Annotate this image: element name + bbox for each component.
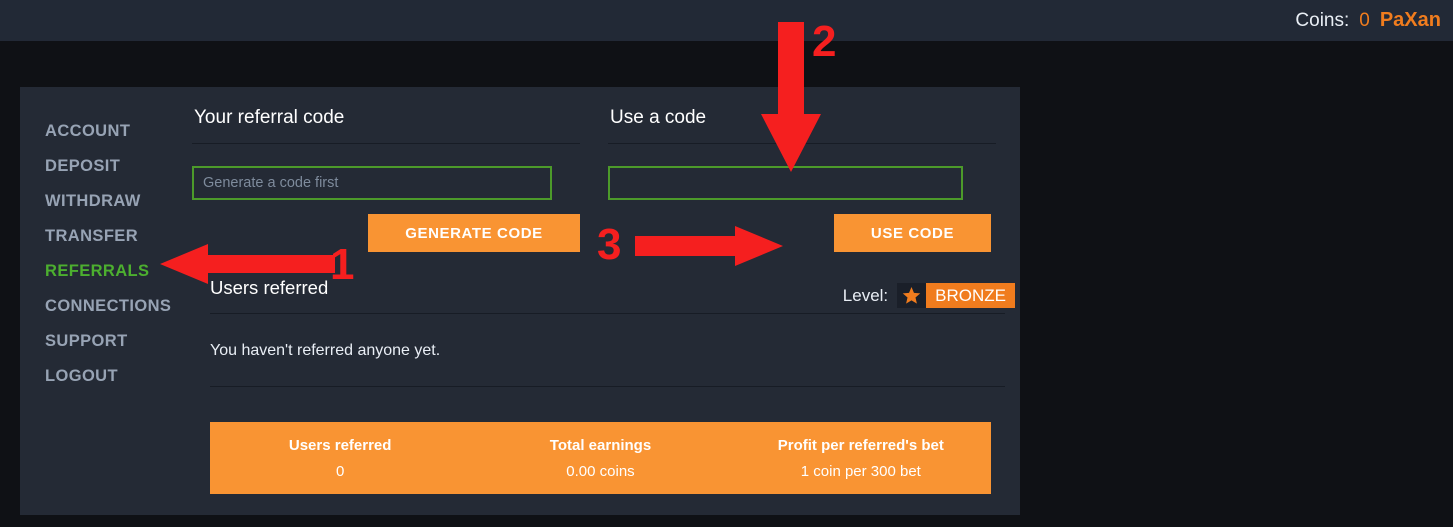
use-code-button-row: USE CODE	[608, 214, 996, 252]
referral-stats-panel: Users referred 0 Total earnings 0.00 coi…	[210, 422, 991, 494]
topbar-status-group: Coins: 0 PaXan	[1295, 9, 1453, 32]
stat-label: Total earnings	[549, 436, 652, 454]
referral-code-input[interactable]	[192, 166, 552, 200]
your-referral-code-section: Your referral code GENERATE CODE	[192, 107, 580, 252]
referrals-content: Your referral code GENERATE CODE Use a c…	[192, 87, 1020, 515]
top-bar: Coins: 0 PaXan	[0, 0, 1453, 41]
generate-code-button[interactable]: GENERATE CODE	[368, 214, 580, 252]
sidebar-nav: ACCOUNT DEPOSIT WITHDRAW TRANSFER REFERR…	[20, 87, 192, 515]
sidebar-item-support[interactable]: SUPPORT	[20, 324, 192, 359]
username-link[interactable]: PaXan	[1380, 9, 1441, 32]
users-referred-section: Users referred You haven't referred anyo…	[210, 277, 1005, 387]
stat-value: 0.00 coins	[566, 462, 635, 480]
sidebar-item-deposit[interactable]: DEPOSIT	[20, 149, 192, 184]
referral-code-field-wrap	[192, 166, 580, 200]
use-code-button[interactable]: USE CODE	[834, 214, 991, 252]
annotation-number-1: 1	[330, 240, 355, 289]
users-referred-empty-message: You haven't referred anyone yet.	[210, 342, 441, 359]
sidebar-item-withdraw[interactable]: WITHDRAW	[20, 184, 192, 219]
stat-label: Profit per referred's bet	[777, 436, 944, 454]
use-code-field-wrap	[608, 166, 996, 200]
sidebar-item-connections[interactable]: CONNECTIONS	[20, 289, 192, 324]
divider	[210, 386, 1005, 387]
stat-label: Users referred	[288, 436, 392, 454]
stat-value: 0	[335, 462, 345, 480]
use-a-code-title: Use a code	[610, 107, 707, 128]
annotation-number-2: 2	[812, 17, 837, 66]
divider	[192, 143, 580, 144]
sidebar-item-logout[interactable]: LOGOUT	[20, 359, 192, 394]
stat-total-earnings: Total earnings 0.00 coins	[470, 437, 730, 480]
divider	[608, 143, 996, 144]
sidebar-item-transfer[interactable]: TRANSFER	[20, 219, 192, 254]
sidebar-item-referrals[interactable]: REFERRALS	[20, 254, 192, 289]
use-code-input[interactable]	[608, 166, 963, 200]
stat-value: 1 coin per 300 bet	[800, 462, 921, 480]
generate-code-button-row: GENERATE CODE	[192, 214, 580, 252]
annotation-number-3: 3	[597, 220, 622, 269]
coins-value: 0	[1359, 10, 1370, 31]
sidebar-item-account[interactable]: ACCOUNT	[20, 114, 192, 149]
coins-label: Coins:	[1295, 10, 1350, 31]
main-panel: ACCOUNT DEPOSIT WITHDRAW TRANSFER REFERR…	[20, 87, 1020, 515]
your-referral-code-title: Your referral code	[194, 107, 345, 128]
stat-profit-per-bet: Profit per referred's bet 1 coin per 300…	[731, 437, 991, 480]
use-a-code-section: Use a code USE CODE	[608, 107, 996, 252]
stat-users-referred: Users referred 0	[210, 437, 470, 480]
